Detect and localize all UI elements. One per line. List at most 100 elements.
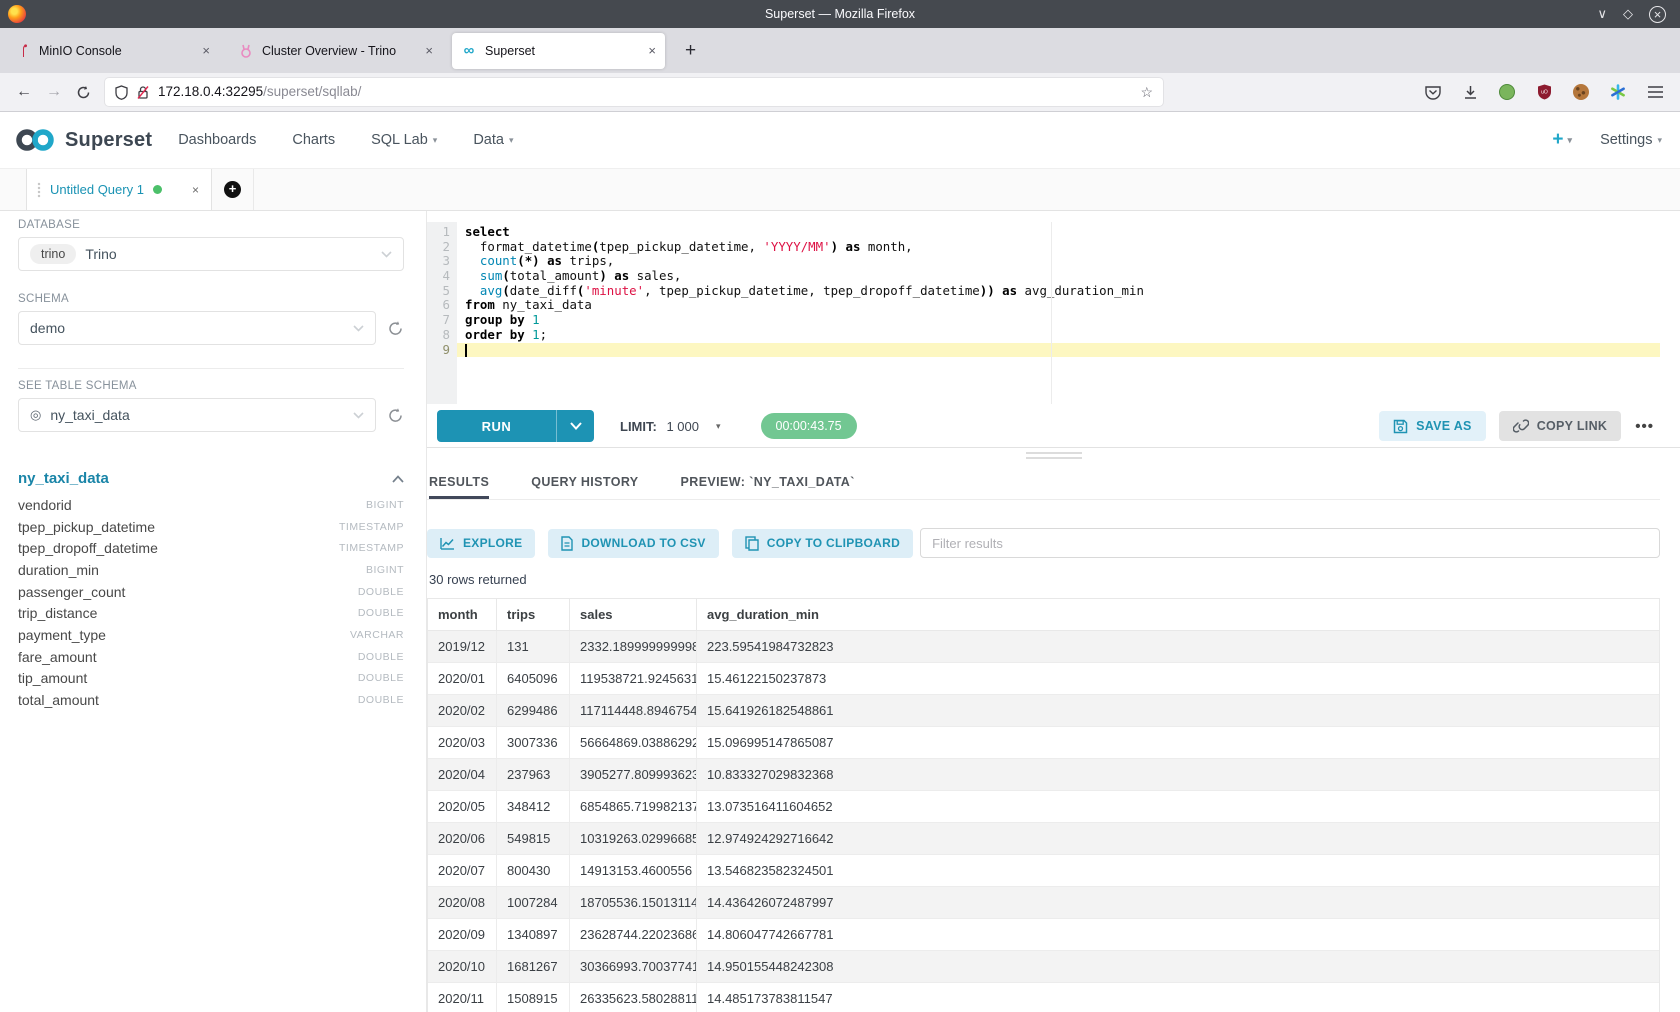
editor-code[interactable]: select format_datetime(tpep_pickup_datet… <box>457 222 1660 404</box>
column-header[interactable]: sales <box>570 599 697 631</box>
add-query-tab-button[interactable]: + <box>212 169 254 210</box>
tab-close-icon[interactable]: × <box>202 43 210 58</box>
table-cell: 14.436426072487997 <box>697 887 1659 919</box>
shield-icon[interactable] <box>115 85 128 100</box>
copy-link-button[interactable]: COPY LINK <box>1499 411 1622 441</box>
sql-code-editor[interactable]: 123456789 select format_datetime(tpep_pi… <box>427 222 1660 404</box>
column-header[interactable]: avg_duration_min <box>697 599 1659 631</box>
column-type: DOUBLE <box>358 694 404 706</box>
reload-button[interactable] <box>76 85 91 100</box>
code-line[interactable]: avg(date_diff('minute', tpep_pickup_date… <box>457 284 1660 299</box>
table-name-heading[interactable]: ny_taxi_data <box>18 470 109 487</box>
nav-item-charts[interactable]: Charts <box>292 132 335 148</box>
schema-column-row[interactable]: duration_minBIGINT <box>18 559 404 581</box>
code-line[interactable]: select <box>457 225 1660 240</box>
explore-button[interactable]: EXPLORE <box>427 529 535 558</box>
more-options-button[interactable]: ••• <box>1635 418 1654 435</box>
code-line[interactable]: from ny_taxi_data <box>457 298 1660 313</box>
column-header[interactable]: trips <box>497 599 570 631</box>
column-name: fare_amount <box>18 649 97 665</box>
cookie-extension-icon[interactable] <box>1572 83 1590 101</box>
insecure-lock-icon[interactable] <box>136 85 150 100</box>
limit-control[interactable]: LIMIT: 1 000 <box>620 419 699 434</box>
code-line[interactable]: group by 1 <box>457 313 1660 328</box>
database-select[interactable]: trino Trino <box>18 237 404 271</box>
url-bar[interactable]: 172.18.0.4:32295/superset/sqllab/ ☆ <box>105 78 1163 106</box>
table-cell: 2020/07 <box>428 855 497 887</box>
pocket-icon[interactable] <box>1424 83 1442 101</box>
window-maximize-icon[interactable]: ◇ <box>1623 6 1633 22</box>
table-cell: 2020/11 <box>428 983 497 1012</box>
clipboard-icon <box>745 536 759 551</box>
code-line[interactable]: order by 1; <box>457 328 1660 343</box>
extension-green-icon[interactable] <box>1498 83 1516 101</box>
new-item-menu[interactable]: + ▾ <box>1552 129 1572 151</box>
browser-tab-bar: MinIO Console × Cluster Overview - Trino… <box>0 28 1680 73</box>
collapse-chevron-icon[interactable] <box>392 475 404 483</box>
table-cell: 2019/12 <box>428 631 497 663</box>
schema-column-row[interactable]: tpep_dropoff_datetimeTIMESTAMP <box>18 537 404 559</box>
table-row: 2019/121312332.1899999999987223.59541984… <box>428 631 1659 663</box>
tab-close-icon[interactable]: × <box>425 43 433 58</box>
results-pane-tab[interactable]: PREVIEW: `NY_TAXI_DATA` <box>681 464 855 499</box>
code-line[interactable] <box>457 343 1660 358</box>
query-tab-close-icon[interactable]: × <box>192 183 199 197</box>
schema-column-row[interactable]: vendoridBIGINT <box>18 494 404 516</box>
limit-caret-icon[interactable]: ▾ <box>716 421 721 432</box>
refresh-schemas-icon[interactable] <box>387 320 404 337</box>
table-cell: 10319263.029966857 <box>570 823 697 855</box>
ublock-origin-icon[interactable]: uO <box>1535 83 1553 101</box>
menu-hamburger-icon[interactable] <box>1646 83 1664 101</box>
tab-close-icon[interactable]: × <box>648 43 656 58</box>
new-tab-button[interactable]: + <box>675 40 706 62</box>
schema-column-row[interactable]: passenger_countDOUBLE <box>18 581 404 603</box>
save-as-button[interactable]: SAVE AS <box>1379 411 1486 441</box>
table-row: 2020/0654981510319263.02996685712.974924… <box>428 823 1659 855</box>
browser-tab-superset[interactable]: ∞ Superset × <box>452 33 665 69</box>
tab-title: Cluster Overview - Trino <box>262 44 417 58</box>
forward-button[interactable]: → <box>46 83 62 101</box>
window-minimize-icon[interactable]: ∨ <box>1597 6 1607 22</box>
results-tab-bar: RESULTS QUERY HISTORY PREVIEW: `NY_TAXI_DA… <box>427 464 1660 500</box>
schema-column-row[interactable]: total_amountDOUBLE <box>18 689 404 711</box>
window-close-icon[interactable]: × <box>1649 6 1666 23</box>
code-line[interactable]: sum(total_amount) as sales, <box>457 269 1660 284</box>
schema-column-row[interactable]: payment_typeVARCHAR <box>18 624 404 646</box>
nav-item-dashboards[interactable]: Dashboards <box>178 132 256 148</box>
code-line[interactable]: format_datetime(tpep_pickup_datetime, 'Y… <box>457 240 1660 255</box>
column-header[interactable]: month <box>428 599 497 631</box>
nav-item-data[interactable]: Data▾ <box>473 132 513 148</box>
filter-results-input[interactable] <box>920 528 1660 558</box>
bookmark-star-icon[interactable]: ☆ <box>1140 84 1153 101</box>
schema-column-row[interactable]: tip_amountDOUBLE <box>18 668 404 690</box>
results-pane-tab[interactable]: RESULTS <box>429 464 489 499</box>
refresh-tables-icon[interactable] <box>387 407 404 424</box>
starburst-extension-icon[interactable] <box>1609 83 1627 101</box>
run-options-caret[interactable] <box>557 410 594 442</box>
pane-resize-divider[interactable] <box>427 447 1680 459</box>
run-button[interactable]: RUN <box>437 410 594 442</box>
schema-column-row[interactable]: fare_amountDOUBLE <box>18 646 404 668</box>
browser-tab-minio[interactable]: MinIO Console × <box>6 33 219 69</box>
schema-column-row[interactable]: trip_distanceDOUBLE <box>18 602 404 624</box>
query-tab-active[interactable]: Untitled Query 1 × <box>26 169 212 210</box>
superset-logo[interactable]: Superset <box>14 127 152 153</box>
schema-select[interactable]: demo <box>18 311 376 345</box>
run-label: RUN <box>437 410 557 442</box>
table-row: 2020/10168126730366993.70037741614.95015… <box>428 951 1659 983</box>
browser-tab-trino[interactable]: Cluster Overview - Trino × <box>229 33 442 69</box>
download-csv-button[interactable]: DOWNLOAD TO CSV <box>548 529 718 558</box>
resize-handle-icon[interactable] <box>1026 452 1082 459</box>
back-button[interactable]: ← <box>16 83 32 101</box>
schema-column-row[interactable]: tpep_pickup_datetimeTIMESTAMP <box>18 516 404 538</box>
nav-item-sql-lab[interactable]: SQL Lab▾ <box>371 132 437 148</box>
downloads-icon[interactable] <box>1461 83 1479 101</box>
settings-menu[interactable]: Settings ▾ <box>1600 132 1662 148</box>
table-select[interactable]: ◎ ny_taxi_data <box>18 398 376 432</box>
copy-clipboard-button[interactable]: COPY TO CLIPBOARD <box>732 529 913 558</box>
results-pane-tab[interactable]: QUERY HISTORY <box>531 464 638 499</box>
code-line[interactable]: count(*) as trips, <box>457 254 1660 269</box>
column-type: BIGINT <box>366 499 404 511</box>
window-title: Superset — Mozilla Firefox <box>0 7 1680 21</box>
drag-handle-icon[interactable] <box>37 182 41 198</box>
